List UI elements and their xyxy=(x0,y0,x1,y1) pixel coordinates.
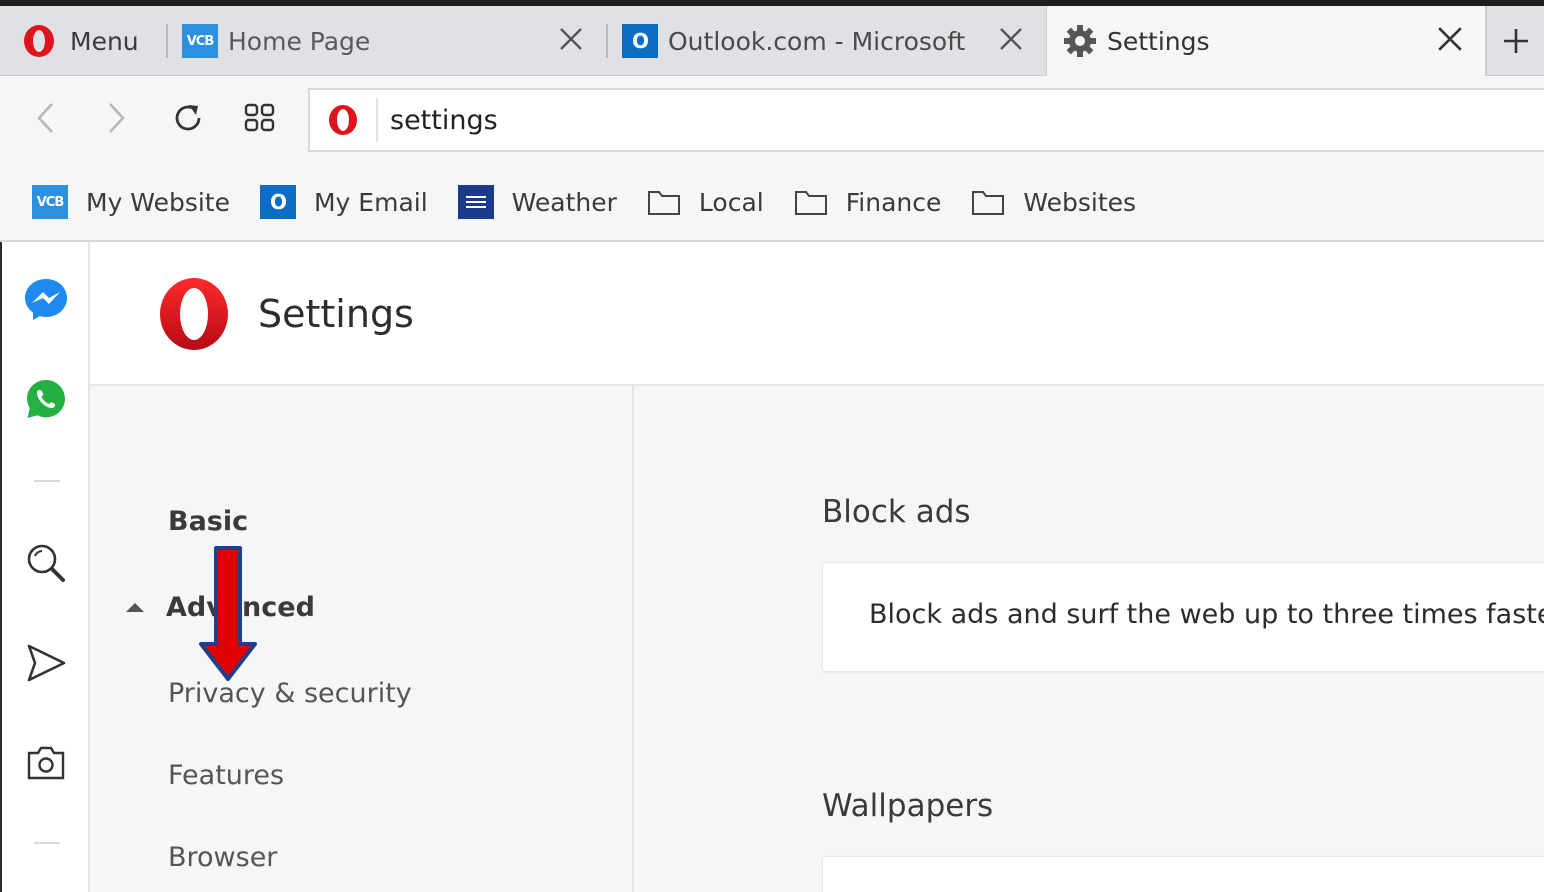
bookmark-my-email[interactable]: O My Email xyxy=(259,185,428,219)
whatsapp-button[interactable] xyxy=(23,376,69,422)
snapshot-button[interactable] xyxy=(23,740,69,786)
navigation-toolbar xyxy=(0,76,1544,164)
bookmark-label: My Email xyxy=(313,187,428,217)
tab-label: Settings xyxy=(1107,26,1210,56)
nav-features[interactable]: Features xyxy=(168,760,284,791)
bookmark-label: Finance xyxy=(845,187,942,217)
flow-send-button[interactable] xyxy=(23,640,69,686)
bookmark-label: My Website xyxy=(86,187,230,217)
block-ads-card: Block ads and surf the web up to three t… xyxy=(822,562,1544,672)
bookmark-folder-local[interactable]: Local xyxy=(647,188,764,217)
close-icon[interactable] xyxy=(996,24,1026,54)
bookmark-my-website[interactable]: VCB My Website xyxy=(32,185,230,219)
bookmark-weather[interactable]: Weather xyxy=(457,185,617,219)
bookmark-label: Websites xyxy=(1023,187,1137,217)
grid-icon xyxy=(244,103,275,132)
browser-window: Menu VCB Home Page O Outlook.com - Micro… xyxy=(0,0,1544,892)
bookmark-folder-websites[interactable]: Websites xyxy=(971,188,1136,217)
tab-label: Outlook.com - Microsoft f xyxy=(668,26,968,56)
bookmark-folder-finance[interactable]: Finance xyxy=(794,187,942,217)
opera-logo-icon xyxy=(329,105,357,135)
sidebar-divider xyxy=(34,842,60,844)
settings-nav: Basic Advanced Privacy & security Featur… xyxy=(90,386,634,892)
tab-label: Home Page xyxy=(228,26,371,56)
tab-settings[interactable]: Settings xyxy=(1046,6,1486,76)
messenger-icon xyxy=(25,279,67,320)
folder-icon xyxy=(794,191,827,215)
caret-up-icon[interactable] xyxy=(124,600,146,614)
messenger-button[interactable] xyxy=(23,276,69,322)
bookmark-label: Weather xyxy=(511,187,617,217)
plus-icon xyxy=(1503,29,1528,53)
nav-browser[interactable]: Browser xyxy=(168,842,277,873)
settings-content: Block ads Block ads and surf the web up … xyxy=(634,386,1544,892)
tab-separator xyxy=(606,24,608,58)
annotation-arrow-down xyxy=(199,546,257,681)
gear-icon xyxy=(1064,25,1096,57)
settings-header: Settings xyxy=(90,242,1544,386)
section-title-block-ads: Block ads xyxy=(822,494,971,530)
close-icon[interactable] xyxy=(1435,24,1465,54)
send-icon xyxy=(27,644,66,682)
outlook-icon: O xyxy=(622,24,658,58)
vcb-icon: VCB xyxy=(32,185,68,219)
tab-grid-button[interactable] xyxy=(238,96,282,140)
forward-button[interactable] xyxy=(94,96,138,140)
menu-label: Menu xyxy=(70,26,139,56)
search-button[interactable] xyxy=(23,540,69,586)
opera-menu-button[interactable]: Menu xyxy=(0,6,160,76)
site-badge[interactable] xyxy=(310,98,378,142)
folder-icon xyxy=(972,191,1005,215)
search-icon xyxy=(27,544,65,582)
reload-button[interactable] xyxy=(166,96,210,140)
bookmark-label: Local xyxy=(698,187,764,217)
address-bar[interactable] xyxy=(308,88,1544,152)
folder-icon xyxy=(647,191,680,215)
new-tab-button[interactable] xyxy=(1486,6,1544,76)
opera-logo-icon xyxy=(24,25,54,57)
tab-bar: Menu VCB Home Page O Outlook.com - Micro… xyxy=(0,6,1544,76)
section-title-wallpapers: Wallpapers xyxy=(822,788,994,824)
back-button[interactable] xyxy=(24,96,68,140)
close-icon[interactable] xyxy=(556,24,586,54)
wallpapers-card xyxy=(822,856,1544,892)
tab-home-page[interactable]: VCB Home Page xyxy=(182,6,602,76)
weather-channel-icon xyxy=(457,185,494,219)
sidebar-divider xyxy=(34,480,60,482)
whatsapp-icon xyxy=(27,380,65,418)
block-ads-description: Block ads and surf the web up to three t… xyxy=(869,599,1544,630)
nav-privacy-security[interactable]: Privacy & security xyxy=(168,678,412,709)
address-input[interactable] xyxy=(390,104,1390,136)
reload-icon xyxy=(175,105,201,131)
tab-separator xyxy=(166,24,168,58)
tab-outlook[interactable]: O Outlook.com - Microsoft f xyxy=(622,6,1044,76)
page-title: Settings xyxy=(258,292,414,336)
nav-basic[interactable]: Basic xyxy=(168,506,248,537)
bookmarks-bar: VCB My Website O My Email Weather Local … xyxy=(0,164,1544,242)
outlook-icon: O xyxy=(259,185,296,219)
chevron-right-icon xyxy=(109,103,125,133)
opera-sidebar xyxy=(0,242,90,892)
chevron-left-icon xyxy=(37,103,53,133)
opera-logo-icon xyxy=(160,278,228,350)
vcb-icon: VCB xyxy=(182,24,218,58)
camera-icon xyxy=(27,746,65,780)
